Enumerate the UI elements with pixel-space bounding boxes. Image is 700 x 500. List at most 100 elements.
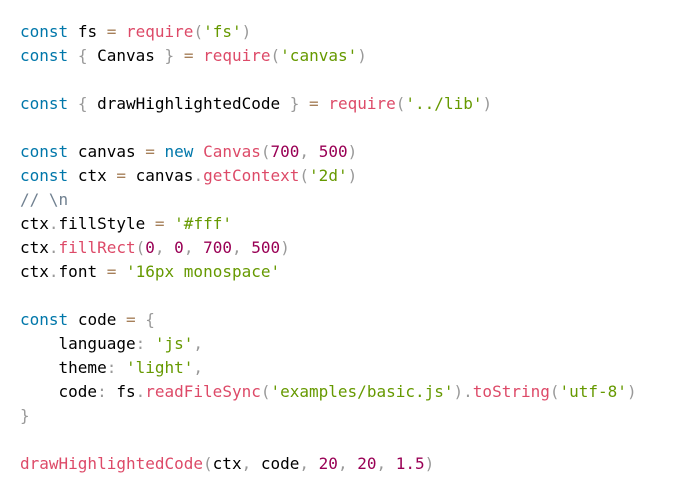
code-line: const fs = require('fs') [20,20,637,44]
punctuation-token: ) [347,166,358,185]
code-line: const ctx = canvas.getContext('2d') [20,164,637,188]
identifier-token: font [58,262,98,281]
punctuation-token: } [20,406,30,425]
operator-token: = [183,46,194,65]
punctuation-token: , [193,358,204,377]
code-line: const canvas = new Canvas(700, 500) [20,140,637,164]
punctuation-token: , [232,238,242,257]
string-token: '2d' [309,166,348,185]
punctuation-token: { [77,46,88,65]
punctuation-token: , [193,334,204,353]
string-token: 'examples/basic.js' [270,382,454,401]
function-token: require [203,46,271,65]
punctuation-token: } [289,94,300,113]
code-line: const code = { [20,308,637,332]
punctuation-token: , [299,142,310,161]
punctuation-token: , [299,454,310,473]
identifier-token: Canvas [97,46,155,65]
operator-token: = [106,262,117,281]
punctuation-token: , [183,238,194,257]
punctuation-token: } [164,46,175,65]
function-token: toString [472,382,550,401]
identifier-token: ctx [20,214,49,233]
identifier-token: fs [77,22,98,41]
string-token: '../lib' [405,94,483,113]
identifier-token: ctx [77,166,107,185]
identifier-token: ctx [212,454,242,473]
function-token: Canvas [203,142,261,161]
string-token: 'light' [125,358,194,377]
identifier-token: fs [116,382,136,401]
punctuation-token: : [106,358,117,377]
identifier-token: canvas [135,166,194,185]
number-token: 0 [174,238,184,257]
code-line: ctx.fillStyle = '#fff' [20,212,637,236]
number-token: 700 [270,142,300,161]
keyword-token: const [20,142,69,161]
punctuation-token: ) [626,382,637,401]
operator-token: = [309,94,319,113]
keyword-token: const [20,22,69,41]
code-line: ctx.font = '16px monospace' [20,260,637,284]
punctuation-token: { [77,94,88,113]
punctuation-token: ( [135,238,146,257]
code-canvas: const fs = require('fs') const { Canvas }… [0,0,700,500]
code-block: const fs = require('fs') const { Canvas }… [20,20,637,476]
punctuation-token: . [135,382,146,401]
punctuation-token: : [135,334,146,353]
punctuation-token: ) [241,22,252,41]
punctuation-token: . [48,238,59,257]
punctuation-token: ( [260,142,271,161]
punctuation-token: ( [203,454,213,473]
code-line: language: 'js', [20,332,637,356]
function-token: drawHighlightedCode [20,454,204,473]
code-line: drawHighlightedCode(ctx, code, 20, 20, 1… [20,452,637,476]
punctuation-token: ( [193,22,204,41]
number-token: 20 [357,454,377,473]
operator-token: = [125,310,136,329]
identifier-token: ctx [20,262,49,281]
number-token: 700 [203,238,232,257]
number-token: 500 [251,238,281,257]
string-token: 'js' [154,334,194,353]
punctuation-token: ) [453,382,464,401]
punctuation-token: ( [549,382,560,401]
operator-token: = [154,214,165,233]
operator-token: = [106,22,117,41]
punctuation-token: { [145,310,155,329]
identifier-token: drawHighlightedCode [97,94,281,113]
punctuation-token: . [48,214,59,233]
string-token: '#fff' [174,214,232,233]
function-token: require [328,94,396,113]
code-line: } [20,404,637,428]
code-line: ctx.fillRect(0, 0, 700, 500) [20,236,637,260]
punctuation-token: , [337,454,348,473]
punctuation-token: ) [280,238,290,257]
keyword-token: const [20,310,69,329]
number-token: 0 [145,238,155,257]
punctuation-token: ( [395,94,406,113]
punctuation-token: ( [299,166,310,185]
code-line: const { Canvas } = require('canvas') [20,44,637,68]
